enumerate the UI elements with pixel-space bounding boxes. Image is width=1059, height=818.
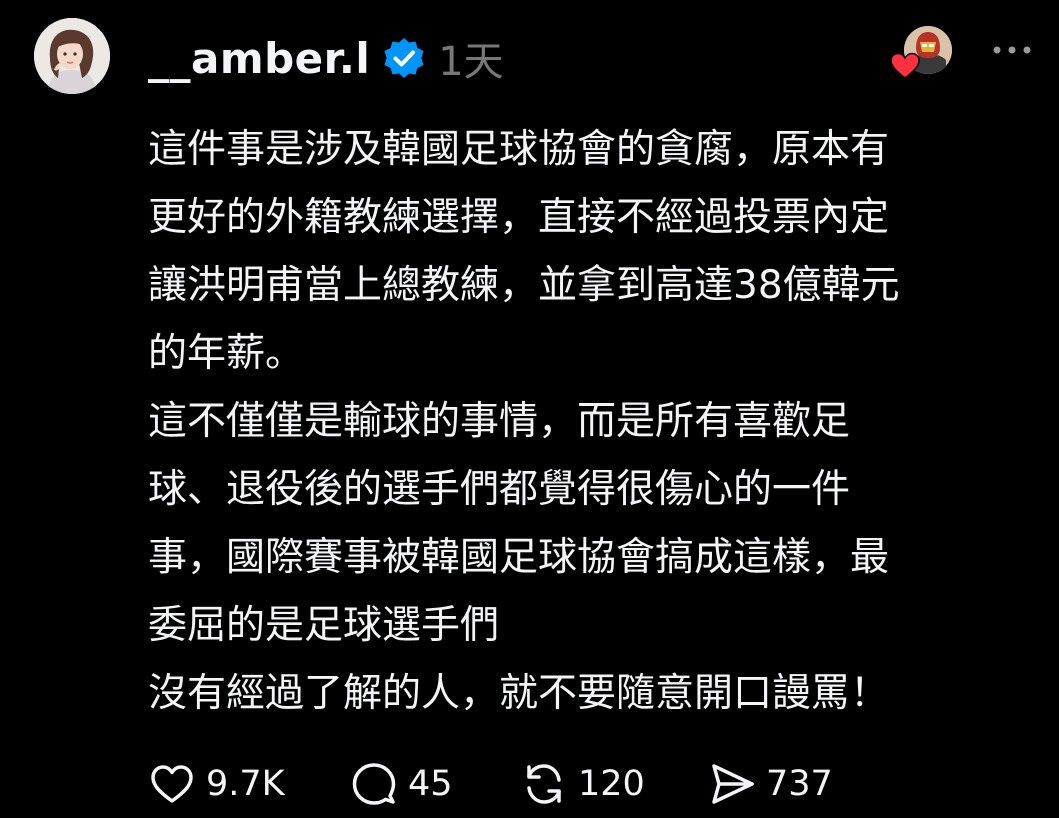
repost-arrows-icon: [527, 764, 561, 804]
like-count: 9.7K: [206, 764, 285, 804]
repost-count: 120: [578, 764, 645, 804]
author-avatar[interactable]: [34, 18, 110, 94]
username[interactable]: __amber.l: [148, 34, 370, 83]
reply-count: 45: [408, 764, 453, 804]
heart-icon: [890, 52, 920, 80]
post-text-line: 事，國際賽事被韓國足球協會搞成這樣，最: [148, 535, 890, 580]
post-header: __amber.l 1天: [148, 28, 504, 88]
heart-outline-icon: [151, 765, 193, 803]
post-body: 這件事是涉及韓國足球協會的貪腐，原本有 更好的外籍教練選擇，直接不經過投票內定 …: [148, 116, 1048, 728]
more-dots-icon: [993, 46, 1031, 54]
like-button[interactable]: 9.7K: [148, 756, 308, 812]
post-text-line: 這件事是涉及韓國足球協會的貪腐，原本有: [148, 127, 890, 172]
more-options-button[interactable]: [990, 38, 1034, 62]
share-count: 737: [766, 764, 833, 804]
reply-button[interactable]: 45: [350, 756, 468, 812]
send-arrow-icon: [712, 764, 754, 804]
avatar-photo: [34, 18, 110, 94]
post-text-line: 更好的外籍教練選擇，直接不經過投票內定: [148, 195, 890, 240]
verified-badge-icon: [382, 36, 426, 80]
repost-button[interactable]: 120: [520, 756, 652, 812]
post-text-line: 的年薪。: [148, 331, 305, 376]
share-button[interactable]: 737: [708, 756, 833, 812]
post-actions: 9.7K 45 120 737: [148, 756, 873, 812]
post-text-line: 沒有經過了解的人，就不要隨意開口謾罵！: [148, 671, 890, 716]
post-text-line: 讓洪明甫當上總教練，並拿到高達38億韓元: [148, 263, 900, 308]
comment-bubble-icon: [352, 763, 396, 805]
post-text-line: 球、退役後的選手們都覺得很傷心的一件: [148, 467, 851, 512]
post-timestamp: 1天: [438, 39, 504, 85]
post-text-line: 委屈的是足球選手們: [148, 603, 500, 648]
post-text-line: 這不僅僅是輸球的事情，而是所有喜歡足: [148, 399, 851, 444]
